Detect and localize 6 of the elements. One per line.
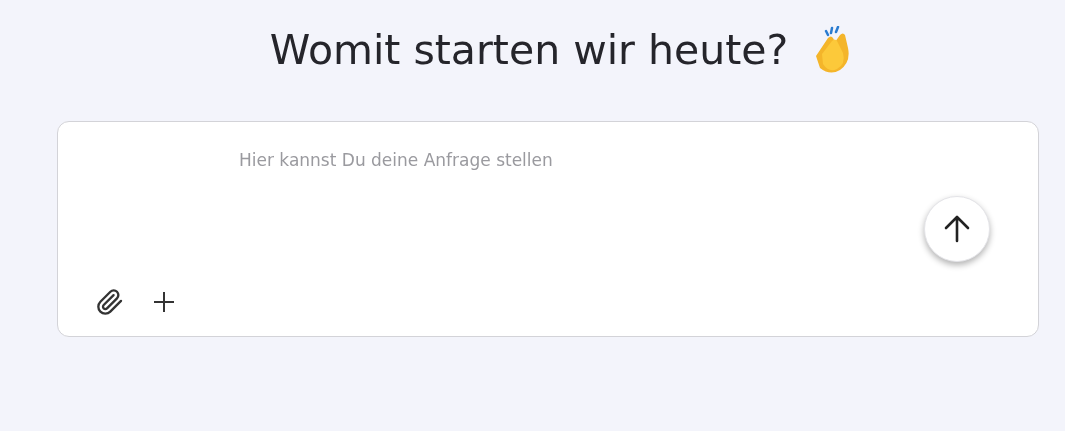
page-title: Womit starten wir heute? [269, 26, 789, 74]
arrow-up-icon [944, 215, 970, 243]
paperclip-icon [96, 288, 124, 316]
prompt-input[interactable]: Hier kannst Du deine Anfrage stellen [239, 150, 990, 180]
plus-icon [153, 291, 175, 313]
send-button[interactable] [924, 196, 990, 262]
